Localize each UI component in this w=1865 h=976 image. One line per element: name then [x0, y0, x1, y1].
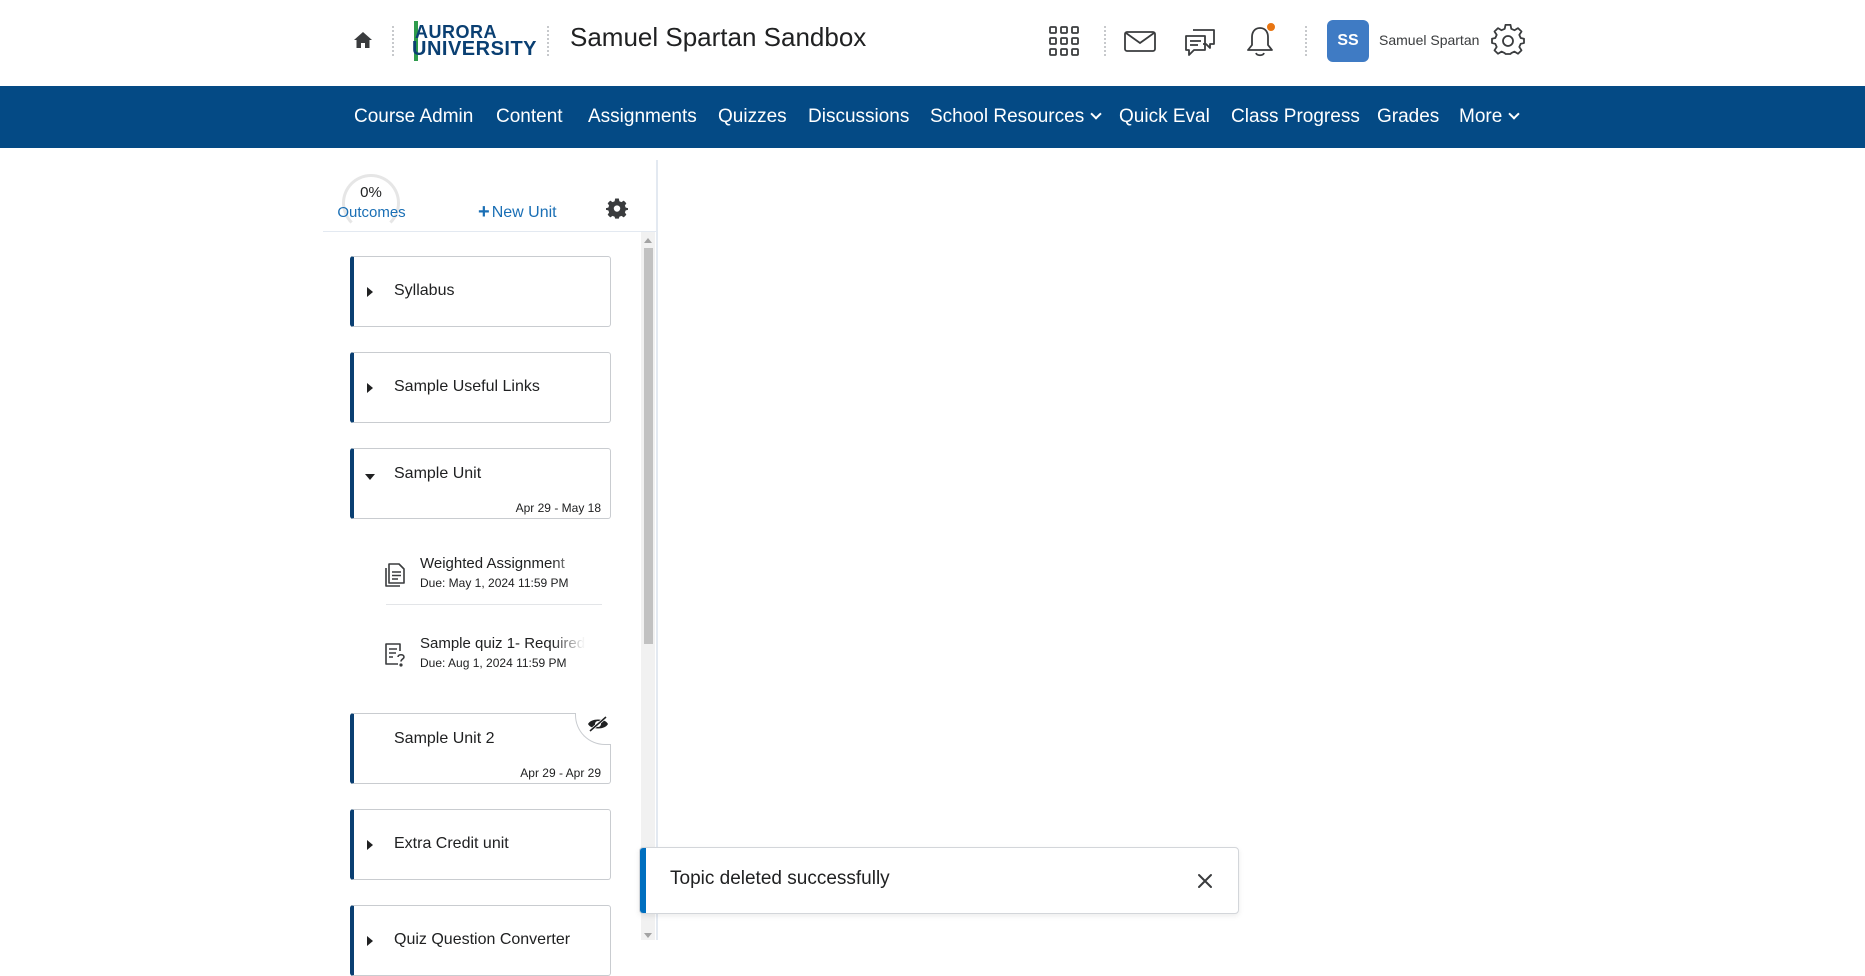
nav-more[interactable]: More — [1459, 86, 1520, 148]
nav-grades[interactable]: Grades — [1377, 86, 1439, 148]
nav-course-admin[interactable]: Course Admin — [354, 86, 473, 148]
unit-card-sample-unit[interactable]: Sample Unit Apr 29 - May 18 — [350, 448, 611, 519]
topic-weighted-assignment[interactable]: Weighted Assignment Due: May 1, 2024 11:… — [383, 552, 603, 612]
outcomes-link[interactable]: Outcomes — [329, 204, 414, 221]
outcomes-percent: 0% — [360, 184, 382, 201]
caret-right-icon[interactable] — [367, 936, 373, 946]
success-toast: Topic deleted successfully — [639, 847, 1239, 914]
header-divider — [1305, 26, 1307, 56]
topic-due-date: Due: May 1, 2024 11:59 PM — [420, 576, 569, 590]
settings-gear-icon[interactable] — [606, 198, 628, 220]
chevron-down-icon — [1508, 108, 1520, 120]
mail-icon[interactable] — [1123, 24, 1157, 58]
nav-discussions[interactable]: Discussions — [808, 86, 909, 148]
scroll-down-arrow-icon[interactable] — [644, 933, 652, 938]
nav-assignments[interactable]: Assignments — [588, 86, 697, 148]
assignment-icon — [385, 563, 405, 587]
settings-gear-icon[interactable] — [1491, 24, 1525, 58]
unit-label: Sample Unit 2 — [394, 730, 495, 747]
unit-date-range: Apr 29 - May 18 — [515, 501, 601, 515]
unit-card-useful-links[interactable]: Sample Useful Links — [350, 352, 611, 423]
unit-card-syllabus[interactable]: Syllabus — [350, 256, 611, 327]
nav-label: Quizzes — [718, 106, 787, 127]
unit-label: Syllabus — [394, 282, 455, 299]
quiz-icon — [385, 643, 405, 667]
unit-label: Sample Useful Links — [394, 378, 540, 395]
nav-quizzes[interactable]: Quizzes — [718, 86, 787, 148]
caret-right-icon[interactable] — [367, 287, 373, 297]
top-header: AURORA UNIVERSITY Samuel Spartan Sandbox — [0, 0, 1865, 86]
home-icon[interactable] — [352, 29, 374, 51]
unit-label: Extra Credit unit — [394, 835, 509, 852]
nav-class-progress[interactable]: Class Progress — [1231, 86, 1360, 148]
course-title[interactable]: Samuel Spartan Sandbox — [570, 22, 866, 53]
chat-icon[interactable] — [1183, 24, 1217, 58]
unit-label: Sample Unit — [394, 465, 482, 482]
topic-name: Sample quiz 1- Required — [420, 635, 585, 652]
nav-school-resources[interactable]: School Resources — [930, 86, 1102, 148]
user-avatar[interactable]: SS — [1327, 20, 1369, 62]
logo-line2: UNIVERSITY — [412, 38, 538, 60]
nav-label: Grades — [1377, 106, 1440, 127]
eye-hidden-icon — [588, 715, 608, 733]
caret-right-icon[interactable] — [367, 840, 373, 850]
header-divider — [547, 26, 549, 56]
header-divider — [392, 26, 394, 56]
new-unit-label: New Unit — [491, 204, 557, 221]
new-unit-button[interactable]: + New Unit — [478, 200, 557, 223]
nav-quick-eval[interactable]: Quick Eval — [1119, 86, 1210, 148]
caret-right-icon[interactable] — [367, 383, 373, 393]
notification-badge — [1266, 22, 1276, 32]
scroll-up-arrow-icon[interactable] — [644, 238, 652, 243]
topic-sample-quiz[interactable]: Sample quiz 1- Required Due: Aug 1, 2024… — [383, 632, 603, 692]
caret-down-icon[interactable] — [365, 474, 375, 480]
app-grid-icon[interactable] — [1047, 24, 1081, 58]
nav-label: Quick Eval — [1119, 106, 1210, 127]
course-navbar: Course Admin Content Assignments Quizzes… — [0, 86, 1865, 148]
nav-label: Class Progress — [1231, 106, 1360, 127]
chevron-down-icon — [1090, 108, 1102, 120]
close-icon[interactable] — [1196, 872, 1214, 890]
unit-card-sample-unit-2[interactable]: Sample Unit 2 Apr 29 - Apr 29 — [350, 713, 611, 784]
unit-date-range: Apr 29 - Apr 29 — [520, 766, 601, 780]
topic-due-date: Due: Aug 1, 2024 11:59 PM — [420, 656, 567, 670]
unit-card-extra-credit[interactable]: Extra Credit unit — [350, 809, 611, 880]
unit-label: Quiz Question Converter — [394, 931, 571, 948]
scrollbar-thumb[interactable] — [644, 248, 653, 644]
nav-label: Course Admin — [354, 106, 474, 127]
topic-divider — [386, 604, 602, 605]
table-of-contents-panel: 0% Outcomes + New Unit Syllabus Sample Us… — [323, 160, 658, 976]
outcomes-progress-ring — [342, 174, 400, 232]
nav-label: More — [1459, 106, 1503, 127]
nav-content[interactable]: Content — [496, 86, 563, 148]
toast-message: Topic deleted successfully — [670, 868, 890, 889]
header-divider — [1104, 26, 1106, 56]
topic-name: Weighted Assignment — [420, 555, 565, 572]
university-logo[interactable]: AURORA UNIVERSITY — [412, 19, 537, 63]
nav-label: Assignments — [588, 106, 697, 127]
hidden-indicator-tab — [575, 713, 611, 745]
unit-card-quiz-question-converter[interactable]: Quiz Question Converter — [350, 905, 611, 976]
panel-divider — [323, 231, 656, 232]
nav-label: School Resources — [930, 106, 1085, 127]
toast-accent-bar — [640, 848, 646, 913]
nav-label: Content — [496, 106, 563, 127]
user-name[interactable]: Samuel Spartan — [1379, 32, 1479, 48]
nav-label: Discussions — [808, 106, 910, 127]
plus-icon: + — [478, 201, 490, 223]
